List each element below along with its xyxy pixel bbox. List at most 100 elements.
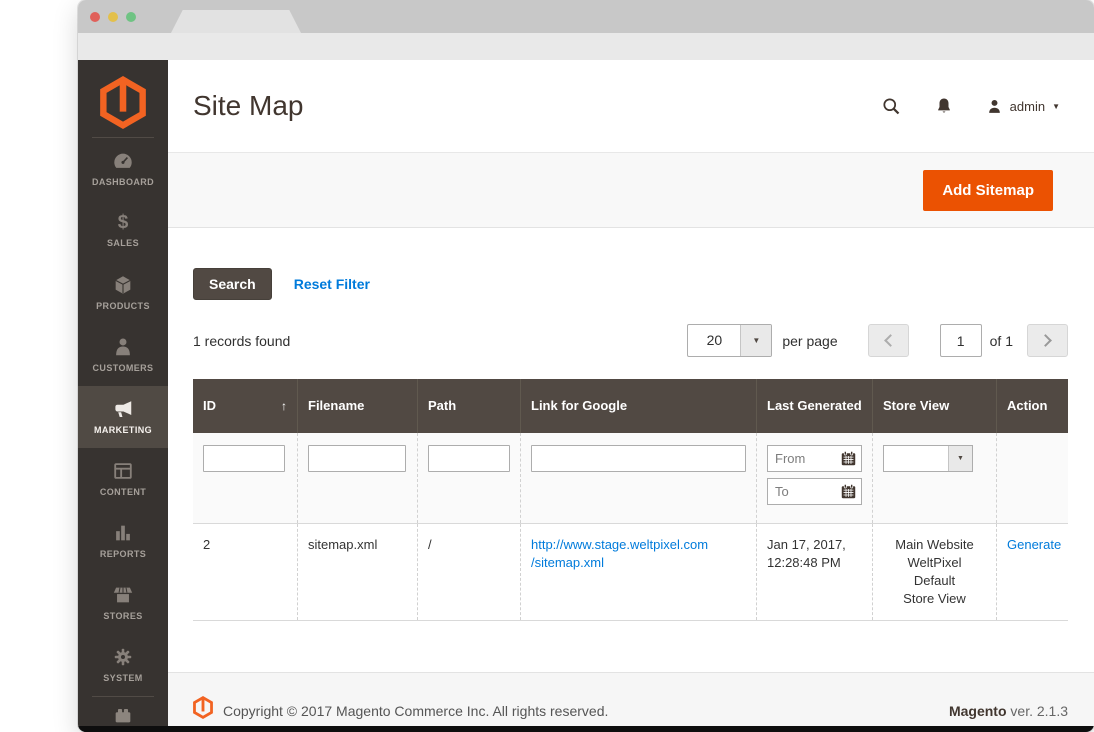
content-spacer xyxy=(168,621,1094,672)
admin-user-menu[interactable]: admin ▼ xyxy=(986,98,1060,115)
filter-path-input[interactable] xyxy=(428,445,510,472)
version-number: ver. 2.1.3 xyxy=(1007,703,1068,719)
sidebar-item-customers[interactable]: CUSTOMERS xyxy=(78,324,168,386)
browser-window: DASHBOARD $ SALES PRODUCTS xyxy=(78,0,1094,732)
page-actions-bar: Add Sitemap xyxy=(168,152,1094,228)
filter-controls: Search Reset Filter xyxy=(193,268,1094,300)
search-button[interactable]: Search xyxy=(193,268,272,300)
magento-footer-logo-icon xyxy=(193,696,213,719)
header-actions: admin ▼ xyxy=(881,96,1060,117)
chevron-left-icon xyxy=(884,334,897,347)
filter-date-to-input[interactable] xyxy=(768,484,835,499)
sidebar-item-dashboard[interactable]: DASHBOARD xyxy=(78,138,168,200)
filter-id-input[interactable] xyxy=(203,445,285,472)
chevron-down-icon: ▼ xyxy=(957,455,964,462)
generated-line: Jan 17, 2017, xyxy=(767,536,862,554)
version-text: Magento ver. 2.1.3 xyxy=(949,703,1068,719)
link-line: http://www.stage.weltpixel.com xyxy=(531,536,746,554)
window-zoom-button[interactable] xyxy=(126,12,136,22)
column-label: ID xyxy=(203,398,216,414)
magento-logo-icon xyxy=(100,76,146,129)
column-header-last-generated[interactable]: Last Generated xyxy=(756,379,872,433)
calendar-button[interactable] xyxy=(835,446,861,471)
filter-date-from xyxy=(767,445,862,472)
cell-path: / xyxy=(417,524,520,620)
filter-store-view-select[interactable]: ▼ xyxy=(883,445,973,472)
store-view-line: Default xyxy=(883,572,986,590)
sidebar-item-label: CONTENT xyxy=(100,487,146,497)
reset-filter-link[interactable]: Reset Filter xyxy=(294,276,370,292)
sales-icon: $ xyxy=(118,213,129,233)
calendar-button[interactable] xyxy=(835,479,861,504)
table-row: 2 sitemap.xml / http://www.stage.weltpix… xyxy=(193,523,1068,621)
footer: Copyright © 2017 Magento Commerce Inc. A… xyxy=(168,672,1094,732)
sidebar-item-reports[interactable]: REPORTS xyxy=(78,510,168,572)
sitemap-link[interactable]: http://www.stage.weltpixel.com /sitemap.… xyxy=(531,536,746,572)
sort-ascending-icon: ↑ xyxy=(281,398,287,414)
next-page-button[interactable] xyxy=(1027,324,1068,357)
filter-action-empty xyxy=(996,433,1068,523)
copyright-text: Copyright © 2017 Magento Commerce Inc. A… xyxy=(223,703,949,719)
window-close-button[interactable] xyxy=(90,12,100,22)
previous-page-button[interactable] xyxy=(868,324,909,357)
records-count: 1 records found xyxy=(193,333,290,349)
link-line: /sitemap.xml xyxy=(531,554,746,572)
store-view-line: WeltPixel xyxy=(883,554,986,572)
calendar-icon xyxy=(840,483,857,500)
column-header-path[interactable]: Path xyxy=(417,379,520,433)
per-page-label: per page xyxy=(782,333,837,349)
filter-link-input[interactable] xyxy=(531,445,746,472)
sidebar-item-marketing[interactable]: MARKETING xyxy=(78,386,168,448)
store-view-line: Store View xyxy=(883,590,986,608)
sidebar-item-products[interactable]: PRODUCTS xyxy=(78,262,168,324)
calendar-icon xyxy=(840,450,857,467)
page-size-dropdown-button[interactable]: ▼ xyxy=(740,325,771,356)
sidebar-item-system[interactable]: SYSTEM xyxy=(78,634,168,696)
total-pages-label: of 1 xyxy=(990,333,1013,349)
sidebar-item-sales[interactable]: $ SALES xyxy=(78,200,168,262)
sidebar-item-label: PRODUCTS xyxy=(96,301,150,311)
cell-link: http://www.stage.weltpixel.com /sitemap.… xyxy=(520,524,756,620)
notifications-bell-icon[interactable] xyxy=(934,96,954,116)
page-size-select[interactable]: 20 ▼ xyxy=(687,324,772,357)
column-header-id[interactable]: ID ↑ xyxy=(193,379,297,433)
sidebar-item-content[interactable]: CONTENT xyxy=(78,448,168,510)
sidebar-item-stores[interactable]: STORES xyxy=(78,572,168,634)
content-icon xyxy=(112,460,134,482)
sidebar-nav: DASHBOARD $ SALES PRODUCTS xyxy=(78,138,168,696)
window-titlebar xyxy=(78,0,1094,33)
reports-icon xyxy=(112,522,134,544)
filter-filename-input[interactable] xyxy=(308,445,406,472)
column-header-filename[interactable]: Filename xyxy=(297,379,417,433)
column-header-link[interactable]: Link for Google xyxy=(520,379,756,433)
column-header-action: Action xyxy=(996,379,1068,433)
page-header: Site Map xyxy=(168,60,1094,152)
chevron-down-icon: ▼ xyxy=(1052,102,1060,111)
column-header-store-view[interactable]: Store View xyxy=(872,379,996,433)
add-sitemap-button[interactable]: Add Sitemap xyxy=(923,170,1053,211)
sidebar-item-label: SYSTEM xyxy=(103,673,142,683)
store-view-dropdown-button[interactable]: ▼ xyxy=(948,446,972,471)
current-page-input[interactable] xyxy=(940,324,982,357)
browser-addressbar[interactable] xyxy=(78,33,1094,60)
window-minimize-button[interactable] xyxy=(108,12,118,22)
sidebar-item-label: MARKETING xyxy=(94,425,152,435)
filter-date-from-input[interactable] xyxy=(768,451,835,466)
extensions-icon xyxy=(112,704,134,726)
store-view-line: Main Website xyxy=(883,536,986,554)
cell-action: Generate xyxy=(996,524,1068,620)
browser-tab[interactable] xyxy=(171,10,301,33)
search-icon[interactable] xyxy=(881,96,902,117)
dashboard-icon xyxy=(112,150,134,172)
cell-last-generated: Jan 17, 2017, 12:28:48 PM xyxy=(756,524,872,620)
magento-logo[interactable] xyxy=(78,60,168,137)
marketing-icon xyxy=(112,398,134,420)
cell-filename: sitemap.xml xyxy=(297,524,417,620)
sidebar-item-label: REPORTS xyxy=(100,549,146,559)
stores-icon xyxy=(112,584,134,606)
pager-row: 1 records found 20 ▼ per page of 1 xyxy=(193,324,1068,357)
cell-store-view: Main Website WeltPixel Default Store Vie… xyxy=(872,524,996,620)
generate-link[interactable]: Generate xyxy=(1007,537,1061,552)
admin-username: admin xyxy=(1010,99,1045,114)
chevron-right-icon xyxy=(1039,334,1052,347)
